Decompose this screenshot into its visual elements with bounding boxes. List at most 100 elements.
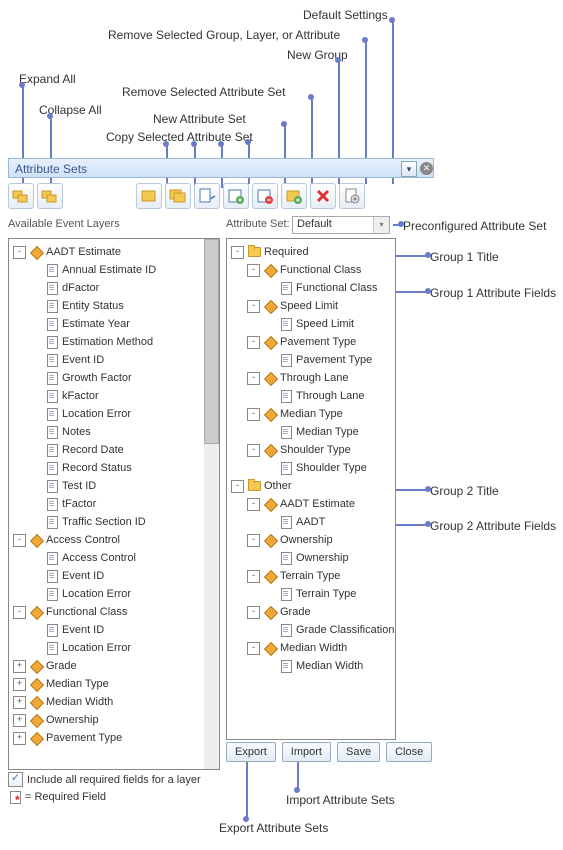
- tree-node[interactable]: Location Error: [11, 639, 217, 657]
- tree-node[interactable]: Record Status: [11, 459, 217, 477]
- tree-toggle-icon[interactable]: +: [13, 660, 26, 673]
- import-button[interactable]: Import: [282, 742, 331, 762]
- tree-node[interactable]: -Shoulder Type: [229, 441, 393, 459]
- tree-node[interactable]: +Median Width: [11, 693, 217, 711]
- tree-node[interactable]: Traffic Section ID: [11, 513, 217, 531]
- export-button[interactable]: Export: [226, 742, 276, 762]
- tree-node[interactable]: Terrain Type: [229, 585, 393, 603]
- remove-attr-set-button[interactable]: [252, 183, 278, 209]
- new-attr-set-button[interactable]: [223, 183, 249, 209]
- tree-toggle-icon[interactable]: -: [247, 264, 260, 277]
- new-group-button[interactable]: [281, 183, 307, 209]
- tree-node[interactable]: kFactor: [11, 387, 217, 405]
- tree-node[interactable]: Entity Status: [11, 297, 217, 315]
- attr-set-1-button[interactable]: [136, 183, 162, 209]
- tree-node[interactable]: Median Type: [229, 423, 393, 441]
- tree-node[interactable]: +Median Type: [11, 675, 217, 693]
- tree-node[interactable]: tFactor: [11, 495, 217, 513]
- tree-node[interactable]: Record Date: [11, 441, 217, 459]
- tree-node[interactable]: -Median Type: [229, 405, 393, 423]
- save-button[interactable]: Save: [337, 742, 380, 762]
- tree-node[interactable]: Location Error: [11, 585, 217, 603]
- tree-node[interactable]: -AADT Estimate: [229, 495, 393, 513]
- tree-node-label: Entity Status: [62, 300, 124, 312]
- attribute-set-tree[interactable]: -Required-Functional ClassFunctional Cla…: [226, 238, 396, 740]
- tree-node[interactable]: -Access Control: [11, 531, 217, 549]
- tree-node[interactable]: -Through Lane: [229, 369, 393, 387]
- tree-toggle-icon[interactable]: -: [13, 534, 26, 547]
- tree-node[interactable]: -Grade: [229, 603, 393, 621]
- tree-node[interactable]: Event ID: [11, 621, 217, 639]
- tree-node[interactable]: Notes: [11, 423, 217, 441]
- tree-node[interactable]: Functional Class: [229, 279, 393, 297]
- scrollbar-thumb[interactable]: [204, 239, 219, 444]
- tree-node[interactable]: -Other: [229, 477, 393, 495]
- close-button[interactable]: Close: [386, 742, 432, 762]
- expand-all-button[interactable]: [8, 183, 34, 209]
- tree-node[interactable]: AADT: [229, 513, 393, 531]
- panel-dropdown-icon[interactable]: ▾: [401, 161, 417, 177]
- tree-node[interactable]: Event ID: [11, 351, 217, 369]
- tree-node[interactable]: -Functional Class: [11, 603, 217, 621]
- tree-node[interactable]: Speed Limit: [229, 315, 393, 333]
- default-settings-button[interactable]: [339, 183, 365, 209]
- tree-node[interactable]: Ownership: [229, 549, 393, 567]
- copy-attr-set-button[interactable]: [194, 183, 220, 209]
- attribute-set-dropdown[interactable]: Default ▾: [292, 216, 390, 234]
- include-required-row: ✓ Include all required fields for a laye…: [8, 772, 201, 787]
- tree-node[interactable]: Estimate Year: [11, 315, 217, 333]
- tree-node[interactable]: Access Control: [11, 549, 217, 567]
- tree-node[interactable]: +Grade: [11, 657, 217, 675]
- available-layers-tree[interactable]: -AADT EstimateAnnual Estimate IDdFactor E…: [8, 238, 220, 770]
- tree-toggle-icon[interactable]: +: [13, 714, 26, 727]
- tree-node[interactable]: Annual Estimate ID: [11, 261, 217, 279]
- tree-toggle-icon[interactable]: -: [13, 246, 26, 259]
- tree-node[interactable]: +Pavement Type: [11, 729, 217, 747]
- tree-toggle-icon[interactable]: -: [247, 498, 260, 511]
- tree-toggle-icon[interactable]: -: [247, 606, 260, 619]
- tree-node[interactable]: Event ID: [11, 567, 217, 585]
- tree-node[interactable]: -Median Width: [229, 639, 393, 657]
- callout-copy-attr-set: Copy Selected Attribute Set: [106, 130, 253, 144]
- tree-node[interactable]: -Pavement Type: [229, 333, 393, 351]
- tree-node[interactable]: Shoulder Type: [229, 459, 393, 477]
- attr-set-2-button[interactable]: [165, 183, 191, 209]
- required-field-icon: [8, 790, 22, 804]
- tree-toggle-icon[interactable]: -: [247, 570, 260, 583]
- tree-node[interactable]: Median Width: [229, 657, 393, 675]
- include-required-checkbox[interactable]: ✓: [8, 772, 23, 787]
- tree-node[interactable]: Location Error: [11, 405, 217, 423]
- tree-toggle-icon[interactable]: -: [247, 642, 260, 655]
- page-icon: [45, 479, 59, 493]
- tree-node[interactable]: -Terrain Type: [229, 567, 393, 585]
- tree-node[interactable]: Through Lane: [229, 387, 393, 405]
- tree-node[interactable]: dFactor: [11, 279, 217, 297]
- tree-node[interactable]: -Speed Limit: [229, 297, 393, 315]
- tree-node[interactable]: Pavement Type: [229, 351, 393, 369]
- tree-toggle-icon[interactable]: -: [247, 534, 260, 547]
- tree-toggle-icon[interactable]: +: [13, 678, 26, 691]
- tree-node[interactable]: -Ownership: [229, 531, 393, 549]
- callout-group2-title: Group 2 Title: [430, 484, 499, 498]
- tree-node[interactable]: +Ownership: [11, 711, 217, 729]
- tree-toggle-icon[interactable]: +: [13, 732, 26, 745]
- tree-node[interactable]: Estimation Method: [11, 333, 217, 351]
- collapse-all-button[interactable]: [37, 183, 63, 209]
- tree-toggle-icon[interactable]: -: [13, 606, 26, 619]
- tree-node[interactable]: Grade Classification: [229, 621, 393, 639]
- tree-toggle-icon[interactable]: -: [231, 246, 244, 259]
- tree-node[interactable]: Test ID: [11, 477, 217, 495]
- remove-selected-button[interactable]: [310, 183, 336, 209]
- tree-node[interactable]: -AADT Estimate: [11, 243, 217, 261]
- tree-toggle-icon[interactable]: -: [247, 336, 260, 349]
- panel-close-icon[interactable]: ✕: [420, 162, 433, 175]
- tree-toggle-icon[interactable]: -: [231, 480, 244, 493]
- tree-toggle-icon[interactable]: -: [247, 408, 260, 421]
- tree-node[interactable]: Growth Factor: [11, 369, 217, 387]
- tree-toggle-icon[interactable]: -: [247, 372, 260, 385]
- tree-toggle-icon[interactable]: +: [13, 696, 26, 709]
- tree-toggle-icon[interactable]: -: [247, 300, 260, 313]
- tree-toggle-icon[interactable]: -: [247, 444, 260, 457]
- tree-node[interactable]: -Required: [229, 243, 393, 261]
- tree-node[interactable]: -Functional Class: [229, 261, 393, 279]
